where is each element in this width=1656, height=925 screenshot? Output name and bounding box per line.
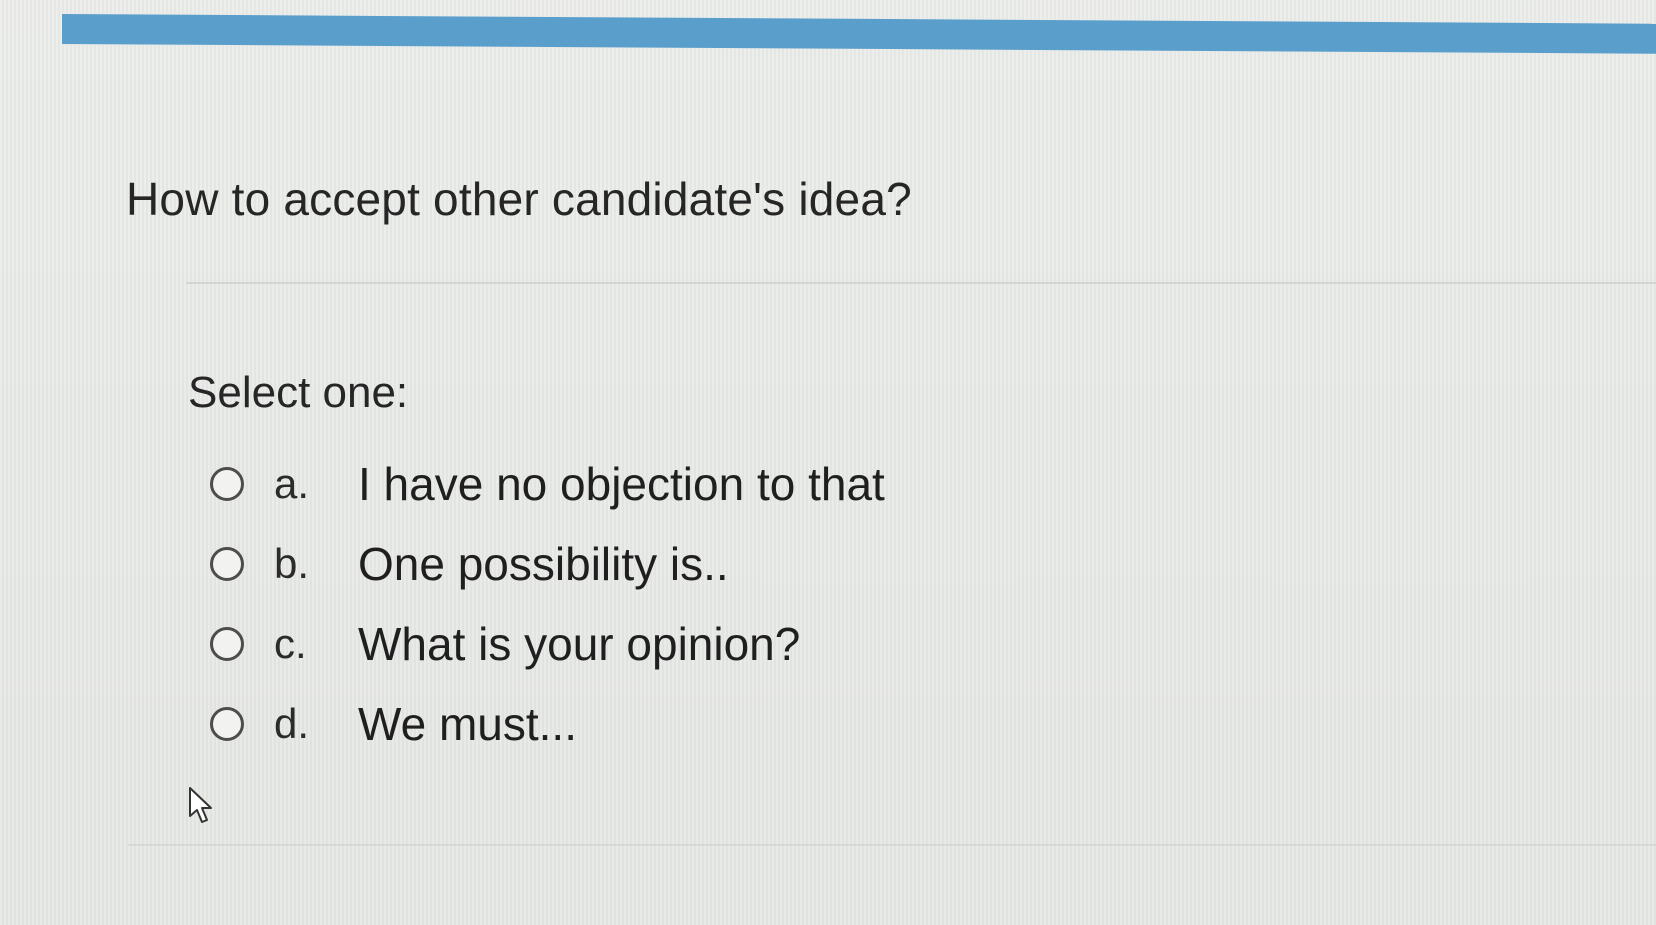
question-card: How to accept other candidate's idea? Se… bbox=[62, 44, 1656, 925]
option-letter: c. bbox=[274, 620, 307, 667]
question-divider bbox=[186, 282, 1656, 284]
radio-button-icon[interactable] bbox=[210, 627, 244, 661]
answer-options: a. I have no objection to that b. One po… bbox=[210, 444, 885, 764]
option-letter: d. bbox=[274, 700, 310, 747]
option-text[interactable]: What is your opinion? bbox=[358, 617, 800, 671]
answer-option-d[interactable]: d. We must... bbox=[210, 684, 577, 764]
answer-option-b[interactable]: b. One possibility is.. bbox=[210, 524, 729, 604]
radio-button-icon[interactable] bbox=[210, 467, 244, 501]
option-text[interactable]: One possibility is.. bbox=[358, 537, 729, 591]
options-bottom-divider bbox=[128, 844, 1656, 846]
select-one-prompt: Select one: bbox=[188, 368, 409, 417]
option-letter: b. bbox=[274, 540, 310, 587]
question-text: How to accept other candidate's idea? bbox=[126, 173, 912, 225]
option-letter: a. bbox=[274, 460, 310, 507]
mouse-pointer-icon bbox=[189, 787, 212, 823]
radio-button-icon[interactable] bbox=[210, 707, 244, 741]
option-text[interactable]: We must... bbox=[358, 697, 577, 751]
answer-option-a[interactable]: a. I have no objection to that bbox=[210, 444, 885, 524]
radio-button-icon[interactable] bbox=[210, 547, 244, 581]
option-text[interactable]: I have no objection to that bbox=[358, 457, 885, 511]
answer-option-c[interactable]: c. What is your opinion? bbox=[210, 604, 800, 684]
